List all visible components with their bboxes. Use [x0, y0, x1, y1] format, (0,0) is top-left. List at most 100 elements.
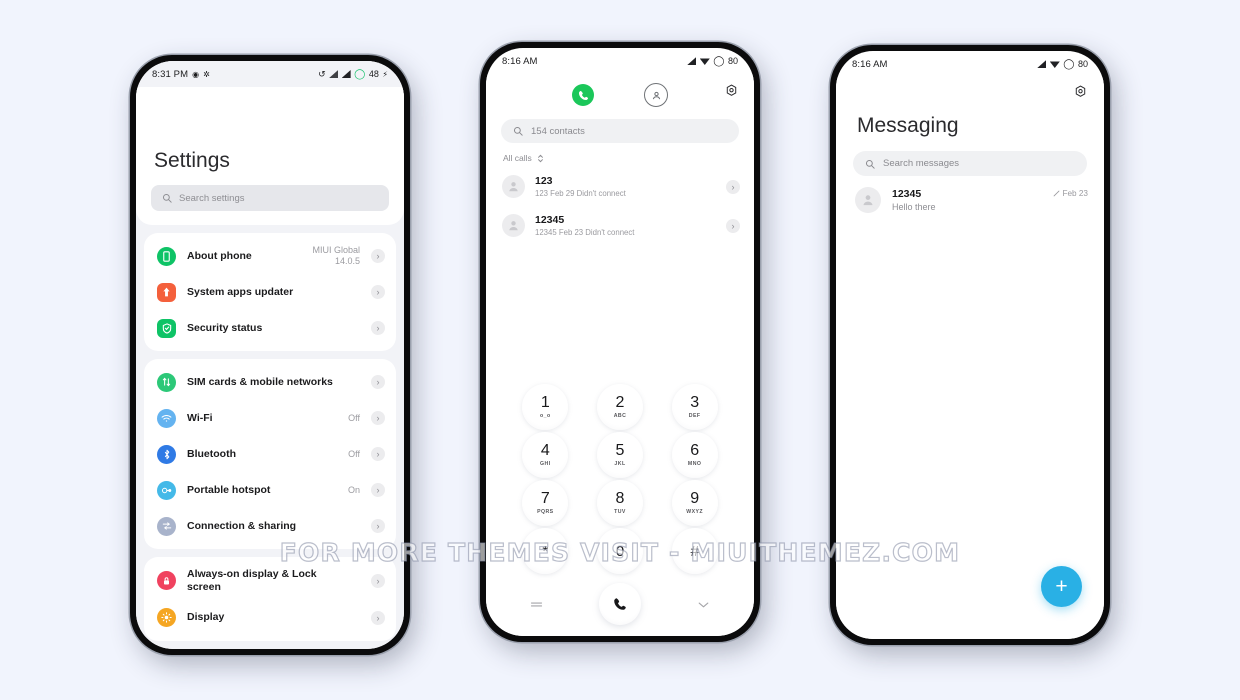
- signal-icon: [687, 57, 697, 65]
- sim-card-icon: [157, 372, 176, 392]
- settings-item-portable-hotspot[interactable]: Portable hotspot On ›: [144, 472, 396, 508]
- dialpad-key-4[interactable]: 4 GHI: [522, 432, 569, 478]
- chevron-right-icon: ›: [371, 285, 385, 299]
- tab-contacts[interactable]: [644, 83, 668, 107]
- hotspot-icon: [157, 480, 176, 500]
- chevron-right-icon: ›: [371, 573, 385, 588]
- call-button[interactable]: [599, 583, 641, 625]
- settings-item-about-phone[interactable]: About phone MIUI Global 14.0.5 ›: [144, 238, 396, 274]
- settings-item-label: Always-on display & Lock screen: [187, 568, 317, 593]
- dialpad-key-0[interactable]: 0: [596, 528, 643, 574]
- search-icon: [162, 193, 172, 203]
- settings-item-label: Connection & sharing: [187, 519, 297, 532]
- search-messages-input[interactable]: Search messages: [853, 151, 1087, 176]
- dialpad-key-9[interactable]: 9 WXYZ: [671, 480, 718, 526]
- settings-content: Settings Search settings About phone MIU…: [136, 87, 404, 649]
- call-filter-dropdown[interactable]: All calls: [486, 143, 754, 167]
- settings-item-display[interactable]: Display ›: [144, 600, 396, 636]
- key-digit: 0: [615, 542, 625, 560]
- key-sublabel: JKL: [614, 461, 626, 467]
- dialpad-key-1[interactable]: 1 o_o: [522, 384, 569, 430]
- sync-icon: ◉: [192, 69, 200, 79]
- chevron-right-icon: ›: [371, 411, 385, 425]
- phone-handset-icon: [614, 598, 626, 610]
- key-digit: *: [542, 542, 549, 560]
- screenshot-stage: 8:31 PM ◉ ✲ ↺ ◯ 48 ⚡ Settings Search set…: [0, 0, 1240, 700]
- call-log-row[interactable]: 123 123 Feb 29 Didn't connect ›: [486, 167, 754, 206]
- chevron-right-icon: ›: [371, 483, 385, 497]
- vpn-icon: ↺: [318, 68, 326, 79]
- phone3-status-bar: 8:16 AM ◯ 80: [836, 51, 1104, 77]
- search-placeholder: Search messages: [883, 158, 960, 169]
- avatar: [502, 214, 525, 237]
- page-title: Messaging: [857, 114, 959, 137]
- key-digit: 8: [615, 490, 625, 507]
- dialpad-key-star[interactable]: *: [522, 528, 569, 574]
- settings-item-always-on-display[interactable]: Always-on display & Lock screen ›: [144, 562, 396, 600]
- settings-item-system-apps-updater[interactable]: System apps updater ›: [144, 274, 396, 310]
- key-sublabel: ABC: [613, 413, 627, 419]
- key-sublabel: PQRS: [537, 509, 554, 515]
- signal-icon: [1037, 60, 1047, 68]
- dialpad-key-3[interactable]: 3 DEF: [671, 384, 718, 430]
- settings-item-wifi[interactable]: Wi-Fi Off ›: [144, 400, 396, 436]
- dialpad-key-7[interactable]: 7 PQRS: [522, 480, 569, 526]
- settings-item-value: Off: [348, 412, 360, 423]
- avatar: [502, 175, 525, 198]
- message-thread-text: 12345 Hello there: [892, 188, 1042, 212]
- settings-item-label: Display: [187, 611, 225, 624]
- key-sublabel: DEF: [688, 413, 701, 419]
- message-thread-row[interactable]: 12345 Hello there Feb 23: [836, 176, 1104, 213]
- tab-dialer[interactable]: [572, 84, 594, 106]
- settings-item-connection-sharing[interactable]: Connection & sharing ›: [144, 508, 396, 544]
- dialer-content: 154 contacts All calls 123 123 Feb 29 Di…: [486, 74, 754, 636]
- chevron-right-icon: ›: [371, 610, 385, 625]
- dialpad-key-5[interactable]: 5 JKL: [596, 432, 643, 478]
- phone3-screen: 8:16 AM ◯ 80 Messaging Search messages 1…: [836, 51, 1104, 639]
- phone-dialer: 8:16 AM ◯ 80 154 contacts All calls 123 …: [480, 42, 760, 642]
- chevron-down-icon[interactable]: [697, 597, 710, 612]
- settings-item-security-status[interactable]: Security status ›: [144, 310, 396, 346]
- settings-item-value: MIUI Global 14.0.5: [312, 245, 360, 266]
- dialpad-key-8[interactable]: 8 TUV: [596, 480, 643, 526]
- settings-item-bluetooth[interactable]: Bluetooth Off ›: [144, 436, 396, 472]
- battery-percent: 80: [727, 56, 738, 66]
- call-log-name: 12345: [535, 214, 565, 226]
- search-icon: [865, 159, 875, 169]
- contacts-search-input[interactable]: 154 contacts: [501, 119, 739, 143]
- dialpad-key-2[interactable]: 2 ABC: [596, 384, 643, 430]
- key-sublabel: GHI: [540, 461, 551, 467]
- phone2-screen: 8:16 AM ◯ 80 154 contacts All calls 123 …: [486, 48, 754, 636]
- charging-bolt-icon: ⚡: [382, 69, 388, 79]
- call-filter-label: All calls: [503, 153, 532, 163]
- dialpad-actions: [486, 580, 754, 628]
- settings-button[interactable]: [1074, 85, 1087, 101]
- key-digit: 4: [540, 442, 550, 459]
- settings-item-sim-cards[interactable]: SIM cards & mobile networks ›: [144, 364, 396, 400]
- settings-item-label: About phone: [187, 249, 252, 262]
- search-placeholder: 154 contacts: [531, 125, 585, 137]
- new-message-button[interactable]: +: [1041, 566, 1082, 607]
- search-settings-input[interactable]: Search settings: [151, 185, 389, 211]
- key-sublabel: WXYZ: [686, 509, 704, 515]
- battery-icon: ◯: [713, 55, 725, 67]
- dialpad-grid: 1 o_o 2 ABC 3 DEF 4 GHI 5 JKL 6 MNO 7 PQRS 8 TUV…: [508, 384, 732, 574]
- settings-item-label: Bluetooth: [187, 447, 236, 460]
- call-log-detail: 123 Feb 29 Didn't connect: [535, 189, 626, 198]
- settings-button[interactable]: [725, 84, 738, 100]
- status-time: 8:16 AM: [502, 55, 538, 67]
- phone1-screen: 8:31 PM ◉ ✲ ↺ ◯ 48 ⚡ Settings Search set…: [136, 61, 404, 649]
- key-digit: 7: [540, 490, 550, 507]
- connection-sharing-icon: [157, 516, 176, 536]
- menu-icon[interactable]: [530, 597, 543, 612]
- dialpad-key-hash[interactable]: #: [671, 528, 718, 574]
- dialpad-key-6[interactable]: 6 MNO: [671, 432, 718, 478]
- chevron-right-icon[interactable]: ›: [726, 179, 740, 194]
- call-log-text: 12345 12345 Feb 23 Didn't connect: [535, 214, 716, 237]
- key-digit: 6: [690, 442, 700, 459]
- settings-group-2: SIM cards & mobile networks › Wi-Fi Off …: [144, 359, 396, 549]
- thread-meta: Feb 23: [1053, 189, 1088, 198]
- brightness-icon: [157, 608, 176, 628]
- call-log-row[interactable]: 12345 12345 Feb 23 Didn't connect ›: [486, 206, 754, 245]
- chevron-right-icon[interactable]: ›: [726, 218, 740, 233]
